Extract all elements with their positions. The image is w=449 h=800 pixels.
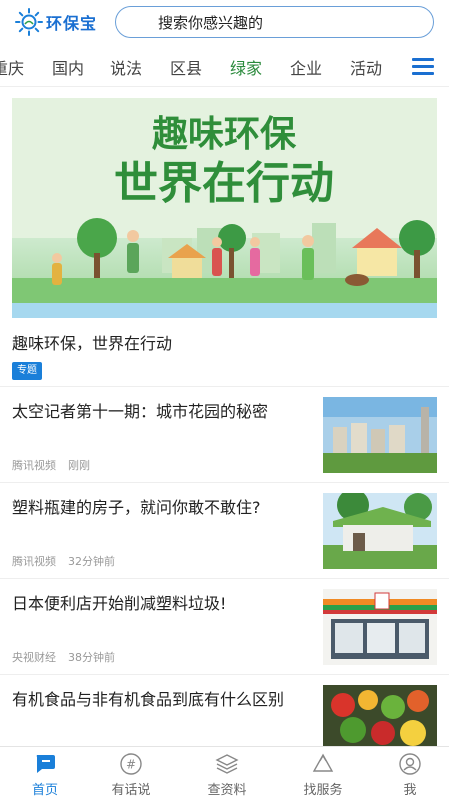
svg-text:趣味环保: 趣味环保 [152,114,297,155]
nav-talk[interactable]: # 有话说 [86,747,176,800]
nav-home[interactable]: 首页 [0,747,90,800]
tab-activity[interactable]: 活动 [350,55,382,79]
article-time: 32分钟前 [68,555,115,568]
article-thumbnail [323,493,437,569]
home-chat-icon [36,755,55,773]
logo[interactable]: 环保宝 [14,7,97,37]
article-meta: 腾讯视频 刚刚 [12,457,90,473]
recycle-icon [312,753,334,772]
tab-district[interactable]: 区县 [170,55,202,79]
user-icon [399,753,421,775]
article-source: 腾讯视频 [12,459,56,472]
article-title: 塑料瓶建的房子，就问你敢不敢住? [12,498,261,517]
article-time: 刚刚 [68,459,90,472]
svg-text:#: # [126,758,136,772]
logo-text: 环保宝 [46,14,98,33]
nav-label: 有话说 [111,783,151,798]
nav-label: 查资料 [207,783,247,798]
bottom-nav: 首页 # 有话说 查资料 找服务 我 [0,746,449,800]
topic-badge: 专题 [12,362,42,380]
article-meta: 央视财经 38分钟前 [12,649,115,665]
article-title: 有机食品与非有机食品到底有什么区别 [12,690,285,709]
channel-tabs: 重庆 国内 说法 区县 绿家 企业 活动 [0,47,449,87]
hashtag-icon: # [120,753,142,775]
list-item[interactable]: 太空记者第十一期：城市花园的秘密 腾讯视频 刚刚 [0,387,449,483]
header: 环保宝 搜索你感兴趣的 [0,0,449,44]
tab-enterprise[interactable]: 企业 [290,55,322,79]
nav-label: 首页 [31,783,58,798]
nav-label: 找服务 [303,783,343,798]
sun-icon [15,8,43,36]
tab-law[interactable]: 说法 [110,55,142,79]
tab-domestic[interactable]: 国内 [52,55,84,79]
nav-me[interactable]: 我 [365,747,449,800]
article-source: 腾讯视频 [12,555,56,568]
feature-banner-image[interactable]: 趣味环保 世界在行动 [12,98,437,318]
menu-icon[interactable] [412,58,434,76]
article-thumbnail [323,397,437,473]
article-meta: 腾讯视频 32分钟前 [12,553,115,569]
article-title: 太空记者第十一期：城市花园的秘密 [12,402,269,421]
tab-green-home[interactable]: 绿家 [230,55,262,79]
article-time: 38分钟前 [68,651,115,664]
article-thumbnail [323,589,437,665]
article-source: 央视财经 [12,651,56,664]
nav-research[interactable]: 查资料 [182,747,272,800]
nav-label: 我 [403,783,417,798]
list-item[interactable]: 日本便利店开始削减塑料垃圾! 央视财经 38分钟前 [0,579,449,675]
search-placeholder: 搜索你感兴趣的 [158,13,264,32]
search-input[interactable]: 搜索你感兴趣的 [115,6,434,38]
feature-title[interactable]: 趣味环保，世界在行动 [12,330,172,354]
list-item[interactable]: 塑料瓶建的房子，就问你敢不敢住? 腾讯视频 32分钟前 [0,483,449,579]
article-title: 日本便利店开始削减塑料垃圾! [12,594,227,613]
app-screen: 环保宝 搜索你感兴趣的 重庆 国内 说法 区县 绿家 企业 活动 [0,0,449,800]
tab-chongqing[interactable]: 重庆 [0,55,24,79]
svg-text:世界在行动: 世界在行动 [114,158,334,209]
nav-service[interactable]: 找服务 [278,747,368,800]
layers-icon [215,754,239,774]
